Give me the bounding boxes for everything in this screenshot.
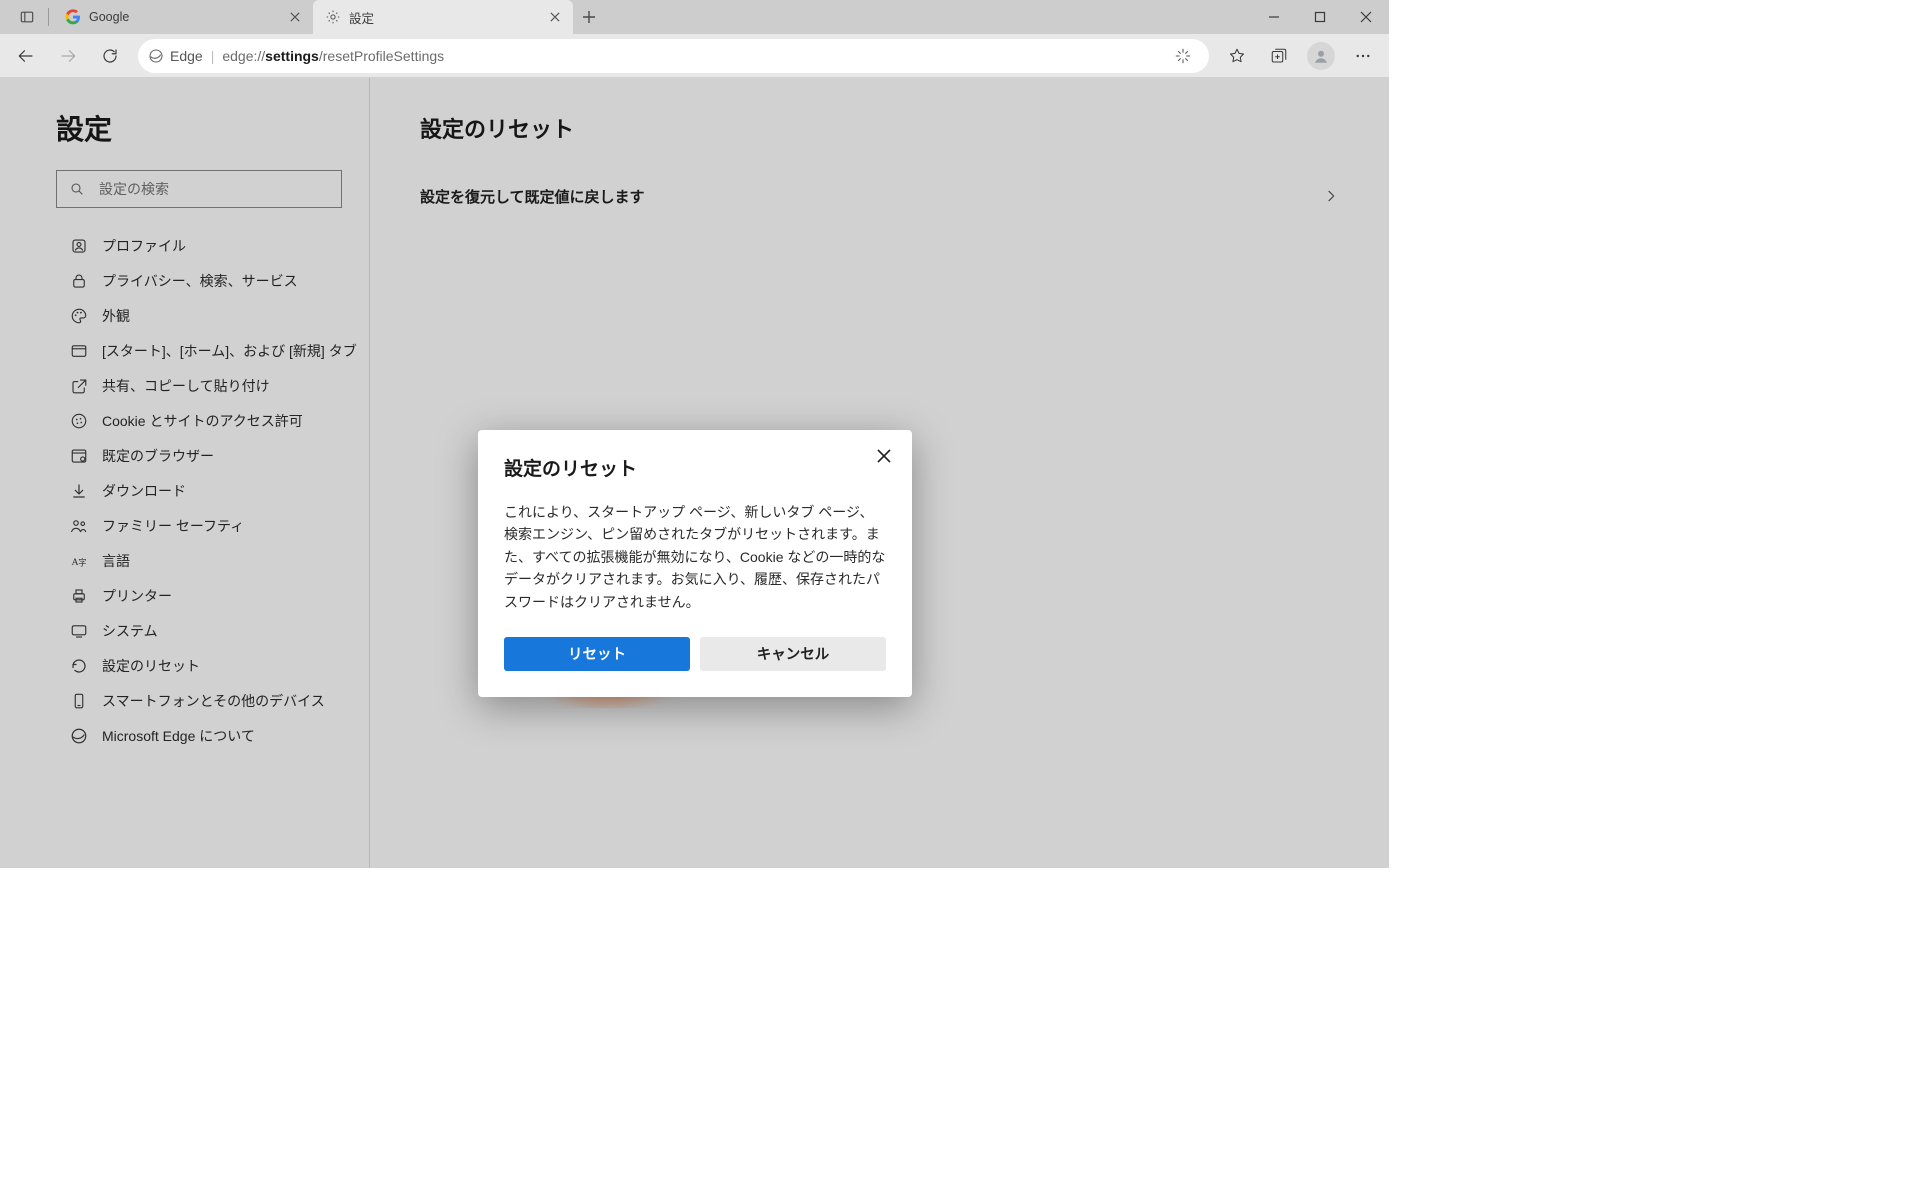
collections-button[interactable] [1259,36,1299,76]
dialog-confirm-button[interactable]: リセット [504,637,690,671]
titlebar: Google 設定 [0,0,1389,34]
sparkle-icon [1174,47,1192,65]
close-icon [1360,11,1372,23]
plus-icon [582,10,596,24]
close-icon [877,449,891,463]
site-identity-label: Edge [170,48,203,64]
favorites-button[interactable] [1217,36,1257,76]
toolbar: Edge | edge://settings/resetProfileSetti… [0,34,1389,78]
collections-icon [1270,47,1288,65]
dots-icon [1354,47,1372,65]
read-aloud-button[interactable] [1167,40,1199,72]
star-icon [1228,47,1246,65]
nav-forward-button[interactable] [48,36,88,76]
window-maximize-button[interactable] [1297,0,1343,34]
divider: | [211,48,215,64]
edge-icon [148,48,164,64]
tab-google[interactable]: Google [53,0,313,34]
tab-close-button[interactable] [547,9,563,25]
dialog-cancel-button[interactable]: キャンセル [700,637,886,671]
dialog-title: 設定のリセット [504,454,886,481]
new-tab-button[interactable] [573,0,605,34]
address-bar[interactable]: Edge | edge://settings/resetProfileSetti… [138,39,1209,73]
url-text: edge://settings/resetProfileSettings [222,48,444,64]
gear-favicon-icon [325,9,341,25]
nav-refresh-button[interactable] [90,36,130,76]
dialog-close-button[interactable] [872,444,896,468]
refresh-icon [101,47,119,65]
avatar-icon [1307,42,1335,70]
close-icon [550,12,560,22]
divider [48,8,49,26]
profile-button[interactable] [1301,36,1341,76]
arrow-left-icon [17,47,35,65]
window-minimize-button[interactable] [1251,0,1297,34]
google-favicon-icon [65,9,81,25]
maximize-icon [1314,11,1326,23]
tab-title: Google [89,10,279,24]
tab-close-button[interactable] [287,9,303,25]
site-identity-chip[interactable]: Edge [148,48,203,64]
window-close-button[interactable] [1343,0,1389,34]
tab-title: 設定 [349,8,539,27]
minimize-icon [1268,11,1280,23]
nav-back-button[interactable] [6,36,46,76]
tabs-icon [20,10,34,24]
reset-dialog: 設定のリセット これにより、スタートアップ ページ、新しいタブ ページ、検索エン… [478,430,912,697]
dialog-body: これにより、スタートアップ ページ、新しいタブ ページ、検索エンジン、ピン留めさ… [504,501,886,613]
more-menu-button[interactable] [1343,36,1383,76]
arrow-right-icon [59,47,77,65]
tab-actions-button[interactable] [10,0,44,34]
close-icon [290,12,300,22]
tab-settings[interactable]: 設定 [313,0,573,34]
